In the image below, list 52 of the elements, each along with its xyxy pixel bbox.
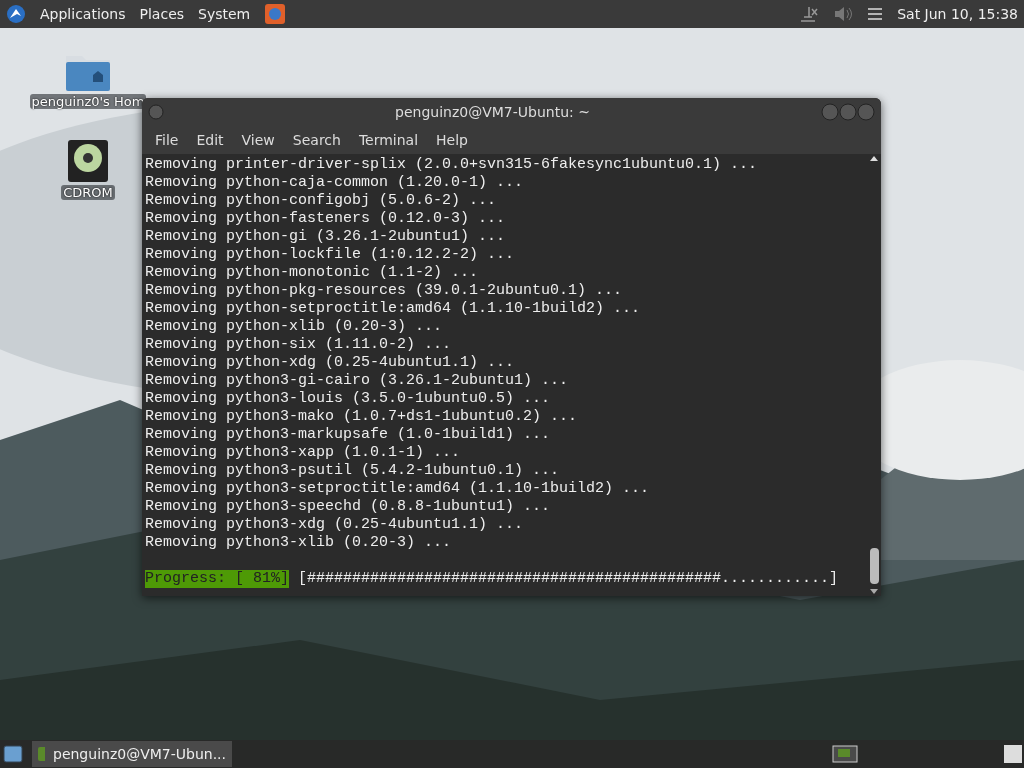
terminal-line: Removing python-fasteners (0.12.0-3) ...	[145, 210, 507, 228]
workspace-icon[interactable]	[832, 745, 858, 763]
menu-item[interactable]: Terminal	[349, 128, 428, 152]
terminal-line: Removing python3-gi-cairo (3.26.1-2ubuntu1) ...	[145, 372, 570, 390]
app-menu-icon[interactable]	[6, 4, 26, 24]
panel-menu[interactable]: Applications	[40, 6, 126, 22]
terminal-line: Removing python-xdg (0.25-4ubuntu1.1) ...	[145, 354, 516, 372]
terminal-line: Removing python-configobj (5.0.6-2) ...	[145, 192, 498, 210]
terminal-line: Removing python3-xapp (1.0.1-1) ...	[145, 444, 462, 462]
minimize-icon[interactable]	[821, 103, 839, 121]
clock[interactable]: Sat Jun 10, 15:38	[897, 6, 1018, 22]
terminal-line: Removing python3-xlib (0.20-3) ...	[145, 534, 453, 552]
menu-item[interactable]: File	[146, 128, 188, 152]
terminal-line: Removing python3-psutil (5.4.2-1ubuntu0.1) ...	[145, 462, 561, 480]
maximize-icon[interactable]	[839, 103, 857, 121]
panel-menu[interactable]: System	[198, 6, 251, 22]
terminal-line: Removing python3-speechd (0.8.8-1ubuntu1) ...	[145, 498, 552, 516]
icon-label: CDROM	[61, 185, 115, 200]
network-disconnected-icon[interactable]	[799, 5, 820, 23]
scroll-down-icon[interactable]	[869, 588, 879, 596]
terminal-line: Removing python3-setproctitle:amd64 (1.1.10-1build2) ...	[145, 480, 651, 498]
terminal-line: Removing python-gi (3.26.1-2ubuntu1) ...	[145, 228, 507, 246]
volume-icon[interactable]	[833, 5, 854, 23]
show-desktop-icon[interactable]	[2, 743, 24, 765]
terminal-line: Removing python-pkg-resources (39.0.1-2ubuntu0.1) ...	[145, 282, 624, 300]
progress-label: Progress: [ 81%]	[145, 570, 290, 588]
terminal-line: Removing python-xlib (0.20-3) ...	[145, 318, 444, 336]
icon-label: penguinz0's Hom	[29, 94, 147, 109]
menu-item[interactable]: View	[232, 128, 284, 152]
progress-bar-text: [##############################################............]	[298, 570, 839, 588]
browser-icon[interactable]	[264, 3, 287, 25]
terminal-line: Removing python-lockfile (1:0.12.2-2) ...	[145, 246, 516, 264]
menu-item[interactable]: Edit	[187, 128, 233, 152]
cd-drive-icon[interactable]	[67, 139, 109, 183]
menu-icon[interactable]	[867, 7, 884, 21]
menu-item[interactable]: Search	[283, 128, 350, 152]
terminal-line: Removing python-monotonic (1.1-2) ...	[145, 264, 480, 282]
scrollbar-thumb[interactable]	[869, 548, 879, 584]
terminal-line: Removing printer-driver-splix (2.0.0+svn315-6fakesync1ubuntu0.1) ...	[145, 156, 759, 174]
taskbar-button[interactable]: penguinz0@VM7-Ubun...	[32, 741, 232, 767]
terminal-line: Removing python-caja-common (1.20.0-1) ...	[145, 174, 525, 192]
panel-menu[interactable]: Places	[139, 6, 185, 22]
menu-item[interactable]: Help	[427, 128, 477, 152]
terminal-line: Removing python3-xdg (0.25-4ubuntu1.1) ...	[145, 516, 525, 534]
terminal-line: Removing python3-mako (1.0.7+ds1-1ubuntu0.2) ...	[145, 408, 579, 426]
terminal-line: Removing python-six (1.11.0-2) ...	[145, 336, 453, 354]
close-icon[interactable]	[857, 103, 875, 121]
terminal-line: Removing python-setproctitle:amd64 (1.1.10-1build2) ...	[145, 300, 642, 318]
terminal-line: Removing python3-markupsafe (1.0-1build1) ...	[145, 426, 552, 444]
terminal-icon	[38, 747, 45, 761]
window-title: penguinz0@VM7-Ubuntu: ~	[394, 104, 591, 120]
terminal-line: Removing python3-louis (3.5.0-1ubuntu0.5) ...	[145, 390, 552, 408]
